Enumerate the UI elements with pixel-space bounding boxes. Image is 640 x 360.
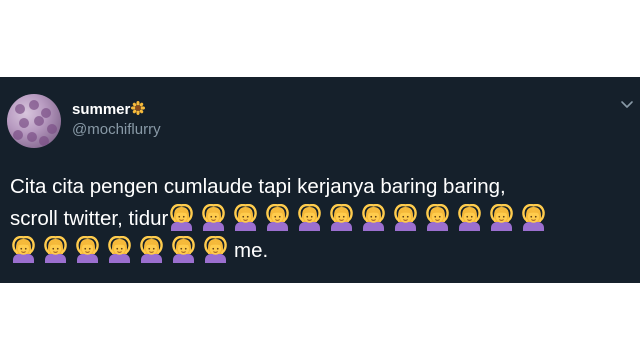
woman-gesturing-ok-icon [232, 204, 259, 231]
woman-gesturing-ok-icon [424, 204, 451, 231]
woman-gesturing-ok-icon [264, 204, 291, 231]
tweet-card: summer @mochiflurry Cita cita pengen cum… [0, 77, 640, 283]
tweet-text-line-2-text: scroll twitter, tidur [10, 207, 169, 230]
tweet-text-line-1: Cita cita pengen cumlaude tapi kerjanya … [10, 175, 506, 198]
woman-gesturing-ok-icon [456, 204, 483, 231]
woman-gesturing-ok-icon [328, 204, 355, 231]
woman-gesturing-ok-icon [10, 236, 37, 263]
woman-gesturing-ok-icon [360, 204, 387, 231]
woman-gesturing-ok-icon [520, 204, 547, 231]
woman-gesturing-ok-icon [170, 236, 197, 263]
display-name-text: summer [72, 101, 131, 118]
display-name[interactable]: summer [72, 101, 146, 119]
woman-gesturing-ok-icon [138, 236, 165, 263]
woman-gesturing-ok-icon [200, 204, 227, 231]
user-handle[interactable]: @mochiflurry [72, 121, 161, 139]
woman-gesturing-ok-icon [168, 204, 195, 231]
emoji-row [168, 204, 552, 231]
tweet-text: Cita cita pengen cumlaude tapi kerjanya … [10, 171, 635, 267]
emoji-row [10, 236, 234, 263]
avatar[interactable] [7, 94, 61, 148]
woman-gesturing-ok-icon [202, 236, 229, 263]
woman-gesturing-ok-icon [296, 204, 323, 231]
tweet-text-line-3-text: me. [234, 239, 269, 262]
woman-gesturing-ok-icon [74, 236, 101, 263]
woman-gesturing-ok-icon [392, 204, 419, 231]
tweet-text-line-3: me. [10, 235, 635, 267]
chevron-down-icon[interactable] [620, 97, 634, 111]
woman-gesturing-ok-icon [106, 236, 133, 263]
woman-gesturing-ok-icon [42, 236, 69, 263]
woman-gesturing-ok-icon [488, 204, 515, 231]
tweet-text-line-2: scroll twitter, tidur [10, 203, 635, 235]
sunflower-icon [131, 101, 146, 115]
